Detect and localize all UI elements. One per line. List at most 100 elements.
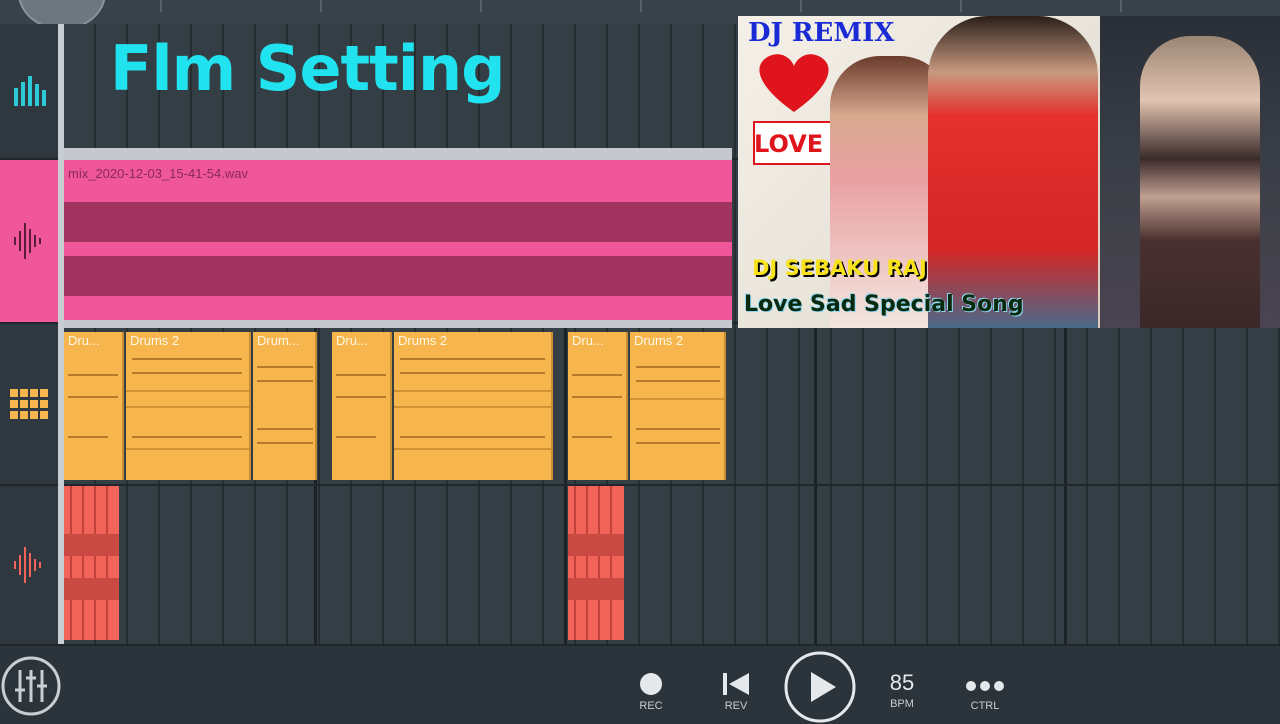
note-row (336, 396, 386, 398)
drum-clip[interactable]: Drums 2 (394, 332, 553, 480)
play-icon (784, 651, 856, 723)
audio-clip-filename: mix_2020-12-03_15-41-54.wav (68, 166, 248, 181)
drum-clip[interactable]: Dru... (568, 332, 628, 480)
note-row (257, 380, 313, 382)
mixer-sliders-icon (1, 656, 61, 716)
waveform-left (64, 534, 119, 556)
note-row (132, 372, 242, 374)
sample-clip[interactable] (64, 486, 119, 640)
bar-line (1064, 486, 1067, 644)
waveform-right (568, 578, 624, 600)
poster-dj-text: DJ SEBAKU RAJ (752, 256, 927, 280)
song-poster-right (1100, 16, 1280, 328)
note-row (126, 448, 249, 450)
bpm-control[interactable]: 85 BPM (878, 670, 926, 710)
note-row (126, 390, 249, 392)
note-row (68, 396, 118, 398)
drum-clip[interactable]: Drums 2 (126, 332, 251, 480)
note-row (257, 442, 313, 444)
play-button[interactable] (782, 650, 858, 724)
note-row (400, 372, 545, 374)
audio-clip[interactable]: mix_2020-12-03_15-41-54.wav (64, 148, 732, 328)
note-row (394, 390, 551, 392)
bar-line (814, 486, 817, 644)
slice-line (70, 486, 72, 640)
ctrl-button[interactable]: CTRL (962, 676, 1008, 712)
note-row (68, 374, 118, 376)
note-row (257, 428, 313, 430)
note-row (257, 366, 313, 368)
note-row (132, 358, 242, 360)
drum-clip[interactable]: Drums 2 (630, 332, 726, 480)
person-figure (928, 16, 1098, 328)
record-label: REC (639, 700, 663, 712)
timeline-tick (320, 0, 322, 12)
drum-clip-label: Drum... (257, 333, 300, 348)
lane-sample[interactable] (64, 486, 1280, 646)
slice-line (586, 486, 588, 640)
drum-clip-label: Drums 2 (634, 333, 684, 348)
note-row (636, 366, 720, 368)
drum-pads-icon (10, 389, 48, 419)
slice-line (82, 486, 84, 640)
poster-love-text: LOVE (754, 130, 824, 158)
note-row (572, 374, 622, 376)
overlay-title: Flm Setting (110, 32, 506, 105)
record-icon (640, 673, 662, 695)
drum-clip-label: Drums 2 (398, 333, 448, 348)
waveform-right (64, 256, 732, 296)
note-row (336, 436, 376, 438)
drum-clip[interactable]: Dru... (64, 332, 124, 480)
note-row (630, 398, 724, 400)
song-poster: DJ REMIX LOVE DJ SEBAKU RAJ Love Sad Spe… (738, 16, 1100, 328)
timeline-tick (160, 0, 162, 12)
slice-line (610, 486, 612, 640)
track-header-drums[interactable] (0, 324, 58, 486)
transport-bar: REC REV 85 BPM CTRL (0, 644, 1280, 724)
note-row (400, 358, 545, 360)
drum-clip-label: Dru... (336, 333, 368, 348)
bar-line (314, 486, 317, 644)
note-row (336, 374, 386, 376)
note-row (394, 406, 551, 408)
track-header-mixer[interactable] (0, 24, 58, 160)
track-header-sample[interactable] (0, 486, 58, 646)
note-row (636, 380, 720, 382)
timeline-tick (1120, 0, 1122, 12)
sample-clip[interactable] (568, 486, 624, 640)
note-row (636, 442, 720, 444)
bar-line (814, 324, 817, 484)
slice-line (598, 486, 600, 640)
bar-line (1064, 324, 1067, 484)
ctrl-label: CTRL (970, 700, 1000, 712)
mixer-button[interactable] (0, 656, 62, 716)
slice-line (94, 486, 96, 640)
waveform-icon (14, 223, 41, 259)
note-row (636, 428, 720, 430)
rewind-label: REV (724, 700, 748, 712)
note-row (126, 406, 249, 408)
bar-meter-icon (14, 76, 46, 106)
drum-clip-label: Drums 2 (130, 333, 180, 348)
track-header-audio[interactable] (0, 160, 58, 324)
timeline-tick (800, 0, 802, 12)
drum-clip-label: Dru... (572, 333, 604, 348)
drum-clip[interactable]: Drum... (253, 332, 317, 480)
drum-clip[interactable]: Dru... (332, 332, 392, 480)
poster-remix-text: DJ REMIX (748, 18, 895, 48)
bar-line (564, 486, 567, 644)
bpm-label: BPM (890, 698, 914, 710)
bar-line (564, 324, 567, 484)
record-button[interactable]: REC (630, 672, 672, 712)
note-row (572, 396, 622, 398)
timeline-tick (480, 0, 482, 12)
rewind-button[interactable]: REV (714, 672, 758, 712)
bpm-value: 85 (889, 670, 915, 695)
note-row (68, 436, 108, 438)
note-row (572, 436, 612, 438)
waveform-left (64, 202, 732, 242)
slice-line (574, 486, 576, 640)
note-row (400, 436, 545, 438)
skip-back-icon (723, 673, 749, 695)
note-row (132, 436, 242, 438)
